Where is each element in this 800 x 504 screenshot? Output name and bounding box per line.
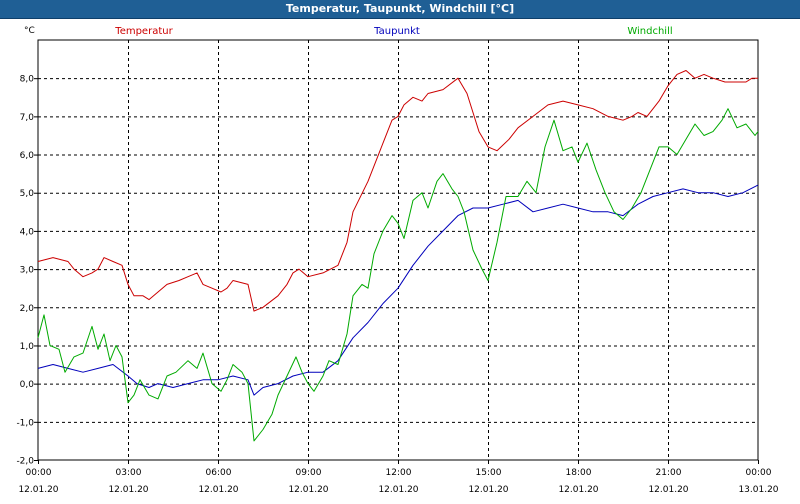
- chart-title-bar: Temperatur, Taupunkt, Windchill [°C]: [0, 0, 800, 19]
- y-unit-label: °C: [24, 26, 35, 36]
- y-tick-label: 1,0: [20, 342, 35, 352]
- x-tick-date-label: 12.01.20: [108, 485, 148, 495]
- x-tick-date-label: 12.01.20: [558, 485, 598, 495]
- y-tick-label: 4,0: [20, 227, 35, 237]
- x-tick-time-label: 21:00: [656, 468, 682, 478]
- y-tick-label: -2,0: [16, 457, 34, 467]
- x-tick-time-label: 15:00: [476, 468, 502, 478]
- legend-item-taupunkt: Taupunkt: [373, 26, 420, 37]
- x-tick-time-label: 00:00: [26, 468, 52, 478]
- line-chart: Temperatur Taupunkt Windchill -2,0 -1,0 0,0 1…: [16, 26, 779, 495]
- x-tick-date-label: 12.01.20: [198, 485, 238, 495]
- x-tick-date-label: 12.01.20: [378, 485, 418, 495]
- x-tick-time-label: 12:00: [386, 468, 412, 478]
- x-tick-date-label: 12.01.20: [288, 485, 328, 495]
- x-tick-time-label: 06:00: [206, 468, 232, 478]
- legend-item-windchill: Windchill: [627, 26, 672, 37]
- y-axis: -2,0 -1,0 0,0 1,0 2,0 3,0 4,0 5,0 6,0 7,0 8,0: [16, 75, 38, 467]
- chart-area: Temperatur Taupunkt Windchill -2,0 -1,0 0,0 1…: [0, 19, 800, 500]
- y-tick-label: 2,0: [20, 304, 35, 314]
- x-tick-time-label: 18:00: [566, 468, 592, 478]
- y-tick-label: 5,0: [20, 189, 35, 199]
- x-tick-time-label: 00:00: [746, 468, 772, 478]
- x-tick-date-label: 13.01.20: [738, 485, 778, 495]
- y-tick-label: 6,0: [20, 151, 35, 161]
- x-axis: 00:00 12.01.20 03:00 12.01.20 06:00 12.01.20 0…: [18, 460, 779, 495]
- x-tick-date-label: 12.01.20: [648, 485, 688, 495]
- grid-lines: [38, 40, 758, 460]
- y-tick-label: -1,0: [16, 418, 34, 428]
- x-tick-time-label: 09:00: [296, 468, 322, 478]
- y-tick-label: 8,0: [20, 75, 35, 85]
- y-tick-label: 3,0: [20, 266, 35, 276]
- x-tick-date-label: 12.01.20: [468, 485, 508, 495]
- legend: Temperatur Taupunkt Windchill: [114, 26, 672, 37]
- chart-title: Temperatur, Taupunkt, Windchill [°C]: [285, 2, 515, 15]
- x-tick-date-label: 12.01.20: [18, 485, 58, 495]
- y-tick-label: 0,0: [20, 380, 35, 390]
- legend-item-temperatur: Temperatur: [114, 26, 173, 37]
- x-tick-time-label: 03:00: [116, 468, 142, 478]
- y-tick-label: 7,0: [20, 113, 35, 123]
